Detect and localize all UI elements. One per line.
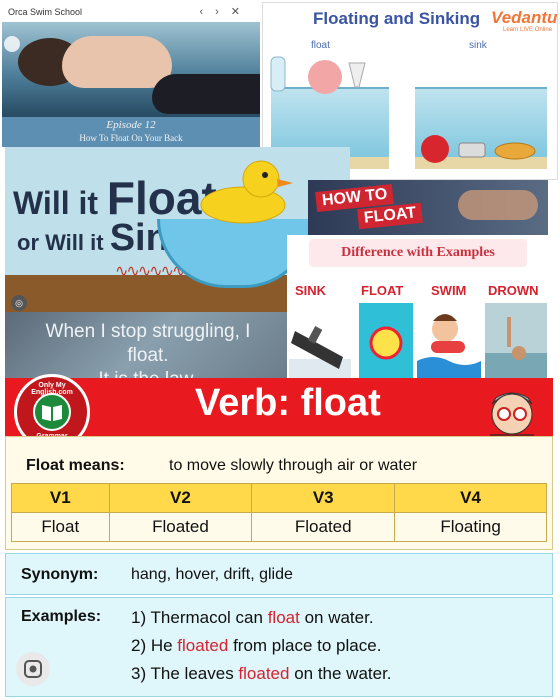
episode-number: Episode 12 xyxy=(106,119,156,131)
float-quote-thumbnail[interactable]: When I stop struggling, I float. It is t… xyxy=(5,312,287,378)
example-2-before: 2) He xyxy=(131,636,178,655)
float-means-value: to move slowly through air or water xyxy=(169,457,418,474)
lens-icon[interactable]: ◎ xyxy=(11,295,27,311)
swimmer-suit xyxy=(152,74,260,114)
verb-forms-value-row: Float Floated Floated Floating xyxy=(11,512,547,542)
or-will-it-text: or Will it xyxy=(17,230,104,255)
example-3: 3) The leaves floated on the water. xyxy=(131,664,392,684)
float-means-label: Float means: xyxy=(26,457,125,474)
synonym-value: hang, hover, drift, glide xyxy=(131,566,293,583)
video-nav-controls[interactable]: ‹›✕ xyxy=(199,5,252,18)
synonym-panel: Synonym: hang, hover, drift, glide xyxy=(5,553,553,595)
header-v2: V2 xyxy=(108,483,253,513)
episode-caption: Episode 12 How To Float On Your Back xyxy=(2,117,260,147)
shuttlecock-icon xyxy=(348,62,366,88)
example-2-after: from place to place. xyxy=(228,636,382,655)
caption-float: FLOAT xyxy=(361,283,404,298)
how-to-float-thumbnail[interactable]: HOW TO FLOAT xyxy=(308,180,548,235)
form-v3: Floated xyxy=(251,512,396,542)
will-it-text: Will it xyxy=(13,185,99,221)
form-v2: Floated xyxy=(108,512,253,542)
header-v1: V1 xyxy=(11,483,110,513)
coin-icon xyxy=(494,142,536,160)
episode-subtitle: How To Float On Your Back xyxy=(79,133,183,143)
swimming-boy-icon xyxy=(417,314,481,385)
example-1-after: on water. xyxy=(299,608,374,627)
video-title-bar: Orca Swim School ‹›✕ xyxy=(2,2,260,22)
close-icon[interactable]: ✕ xyxy=(231,6,252,18)
quote-text: When I stop struggling, I float. It is t… xyxy=(23,320,273,378)
example-3-after: on the water. xyxy=(289,664,392,683)
red-ball-icon xyxy=(421,135,449,163)
caption-drown: DROWN xyxy=(488,283,539,298)
swimmer-image xyxy=(458,190,538,220)
swim-school-thumbnail[interactable]: Orca Swim School ‹›✕ Episode 12 How To F… xyxy=(2,2,260,147)
definition-panel: Float means: to move slowly through air … xyxy=(5,436,553,550)
bottle-icon xyxy=(270,56,286,92)
back-icon[interactable]: ‹ xyxy=(199,6,215,18)
drowning-person-icon xyxy=(485,303,547,385)
examples-panel: Examples: 1) Thermacol can float on wate… xyxy=(5,597,553,697)
lens-icon xyxy=(24,660,42,678)
caption-swim: SWIM xyxy=(431,283,467,298)
swimmer-face xyxy=(62,36,172,88)
difference-examples-thumbnail[interactable]: Difference with Examples SINK FLOAT SWIM… xyxy=(287,235,550,390)
example-2-verb: floated xyxy=(177,636,229,655)
synonym-label: Synonym: xyxy=(21,566,99,583)
difference-heading: Difference with Examples xyxy=(309,239,527,267)
example-2: 2) He floated from place to place. xyxy=(131,636,381,656)
video-channel-title: Orca Swim School xyxy=(8,7,83,17)
example-3-verb: floated xyxy=(238,664,290,683)
example-1: 1) Thermacol can float on water. xyxy=(131,608,374,628)
header-v3: V3 xyxy=(251,483,396,513)
book-icon xyxy=(33,393,71,431)
example-3-before: 3) The leaves xyxy=(131,664,239,683)
form-v1: Float xyxy=(11,512,110,542)
header-v4: V4 xyxy=(394,483,547,513)
form-v4: Floating xyxy=(394,512,547,542)
verb-title: Verb: float xyxy=(195,382,381,424)
cup-icon xyxy=(458,142,486,158)
example-1-verb: float xyxy=(267,608,300,627)
verb-forms-table: V1 V2 V3 V4 Float Floated Floated Floati… xyxy=(11,483,547,542)
forward-icon[interactable]: › xyxy=(215,6,231,18)
sinking-ship-icon xyxy=(289,326,351,385)
rubber-duck-icon xyxy=(200,160,293,224)
caption-sink: SINK xyxy=(295,283,327,298)
google-lens-button[interactable] xyxy=(16,652,50,686)
beach-ball-icon xyxy=(308,60,342,94)
quote-line-1: When I stop struggling, I float. xyxy=(45,321,251,366)
examples-label: Examples: xyxy=(21,608,102,625)
verb-forms-header-row: V1 V2 V3 V4 xyxy=(11,483,547,513)
channel-logo-icon xyxy=(4,36,20,52)
example-1-before: 1) Thermacol can xyxy=(131,608,268,627)
floating-ball-icon xyxy=(359,303,413,385)
